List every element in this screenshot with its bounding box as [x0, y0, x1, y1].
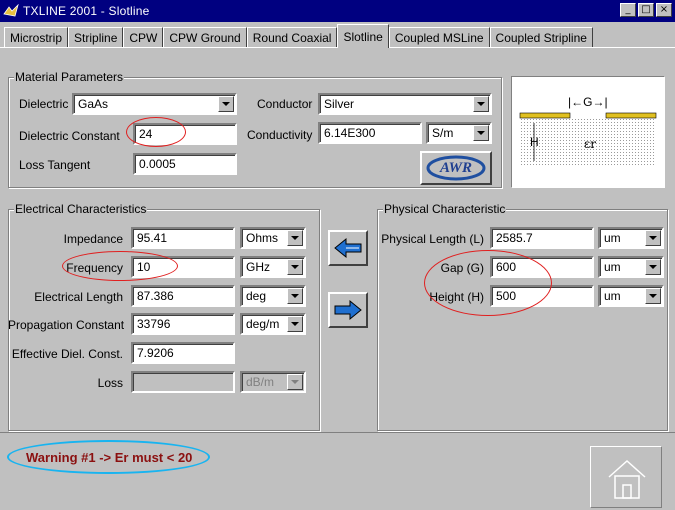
physical-length-unit-value: um: [604, 231, 621, 245]
home-button[interactable]: [590, 446, 662, 508]
frequency-label: Frequency: [66, 261, 123, 275]
physical-length-input[interactable]: 2585.7: [490, 227, 594, 249]
dielectric-constant-input[interactable]: 24: [133, 123, 237, 145]
material-parameters-label: Material Parameters: [14, 70, 125, 84]
loss-label: Loss: [97, 376, 123, 390]
conductor-label: Conductor: [257, 97, 313, 111]
app-icon: [3, 4, 19, 17]
propagation-constant-unit-select[interactable]: deg/m: [240, 313, 306, 335]
tab-slotline[interactable]: Slotline: [337, 24, 389, 48]
frequency-unit-select[interactable]: GHz: [240, 256, 306, 278]
height-unit-value: um: [604, 289, 621, 303]
gap-unit-select[interactable]: um: [598, 256, 664, 278]
chevron-down-icon[interactable]: [287, 230, 303, 246]
eps-label: εr: [584, 137, 596, 151]
height-label: H: [530, 135, 539, 149]
propagation-constant-input[interactable]: 33796: [131, 313, 235, 335]
frequency-input[interactable]: 10: [131, 256, 235, 278]
physical-characteristic-label: Physical Characteristic: [383, 202, 507, 216]
chevron-down-icon[interactable]: [645, 259, 661, 275]
electrical-length-label: Electrical Length: [34, 290, 123, 304]
dielectric-select[interactable]: GaAs: [72, 93, 237, 115]
gap-input[interactable]: 600: [490, 256, 594, 278]
tab-strip: Microstrip Stripline CPW CPW Ground Roun…: [4, 24, 593, 48]
tab-coupled-stripline[interactable]: Coupled Stripline: [489, 27, 593, 48]
electrical-characteristics-label: Electrical Characteristics: [14, 202, 148, 216]
loss-tangent-label: Loss Tangent: [19, 158, 91, 172]
impedance-input[interactable]: 95.41: [131, 227, 235, 249]
propagation-constant-label: Propagation Constant: [8, 318, 125, 332]
synthesize-right-button[interactable]: [328, 292, 368, 328]
chevron-down-icon[interactable]: [473, 96, 489, 112]
propagation-constant-unit-value: deg/m: [246, 317, 280, 331]
minimize-button[interactable]: _: [620, 3, 636, 17]
chevron-down-icon[interactable]: [473, 125, 489, 141]
tab-round-coaxial[interactable]: Round Coaxial: [246, 27, 338, 48]
impedance-unit-value: Ohms: [246, 231, 279, 245]
conductor-select[interactable]: Silver: [318, 93, 492, 115]
electrical-length-unit-value: deg: [246, 289, 267, 303]
chevron-down-icon[interactable]: [645, 230, 661, 246]
slotline-diagram: |←G→| H εr: [511, 76, 665, 188]
height-input[interactable]: 500: [490, 285, 594, 307]
gap-unit-value: um: [604, 260, 621, 274]
impedance-label: Impedance: [63, 232, 123, 246]
frequency-unit-value: GHz: [246, 260, 270, 274]
height-unit-select[interactable]: um: [598, 285, 664, 307]
arrow-left-icon: [334, 237, 362, 259]
chevron-down-icon[interactable]: [287, 316, 303, 332]
conductivity-unit-select[interactable]: S/m: [426, 122, 492, 144]
home-icon: [608, 459, 646, 499]
gap-label: Gap (G): [440, 261, 484, 275]
tab-cpw[interactable]: CPW: [123, 27, 164, 48]
warning-message: Warning #1 -> Er must < 20: [26, 450, 193, 465]
awr-logo-text: AWR: [440, 160, 472, 176]
slotline-cross-section-icon: [519, 112, 657, 167]
awr-logo-button[interactable]: AWR: [420, 151, 492, 185]
gap-label: |←G→|: [568, 95, 608, 109]
physical-length-label: Physical Length (L): [381, 232, 484, 246]
conductivity-unit-value: S/m: [432, 126, 454, 140]
close-button[interactable]: ×: [656, 3, 672, 17]
maximize-button[interactable]: □: [638, 3, 654, 17]
dielectric-constant-label: Dielectric Constant: [19, 129, 120, 143]
loss-tangent-input[interactable]: 0.0005: [133, 153, 237, 175]
chevron-down-icon: [287, 374, 303, 390]
chevron-down-icon[interactable]: [287, 288, 303, 304]
conductivity-label: Conductivity: [247, 128, 313, 142]
electrical-length-unit-select[interactable]: deg: [240, 285, 306, 307]
analyze-left-button[interactable]: [328, 230, 368, 266]
physical-length-unit-select[interactable]: um: [598, 227, 664, 249]
conductivity-input[interactable]: 6.14E300: [318, 122, 422, 144]
loss-input: [131, 371, 235, 393]
chevron-down-icon[interactable]: [287, 259, 303, 275]
effective-diel-const-label: Effective Diel. Const.: [11, 347, 123, 361]
tab-coupled-msline[interactable]: Coupled MSLine: [388, 27, 490, 48]
effective-diel-const-input[interactable]: 7.9206: [131, 342, 235, 364]
electrical-length-input[interactable]: 87.386: [131, 285, 235, 307]
title-bar: TXLINE 2001 - Slotline _ □ ×: [0, 0, 675, 22]
conductor-value: Silver: [324, 97, 355, 111]
loss-unit-value: dB/m: [246, 375, 275, 389]
window-title: TXLINE 2001 - Slotline: [23, 4, 150, 18]
impedance-unit-select[interactable]: Ohms: [240, 227, 306, 249]
tab-microstrip[interactable]: Microstrip: [4, 27, 69, 48]
tab-cpw-ground[interactable]: CPW Ground: [163, 27, 247, 48]
chevron-down-icon[interactable]: [218, 96, 234, 112]
dielectric-value: GaAs: [78, 97, 109, 111]
status-panel: [0, 432, 675, 508]
loss-unit-select: dB/m: [240, 371, 306, 393]
height-label: Height (H): [429, 290, 484, 304]
arrow-right-icon: [334, 299, 362, 321]
tab-stripline[interactable]: Stripline: [68, 27, 124, 48]
chevron-down-icon[interactable]: [645, 288, 661, 304]
dielectric-label: Dielectric: [19, 97, 69, 111]
